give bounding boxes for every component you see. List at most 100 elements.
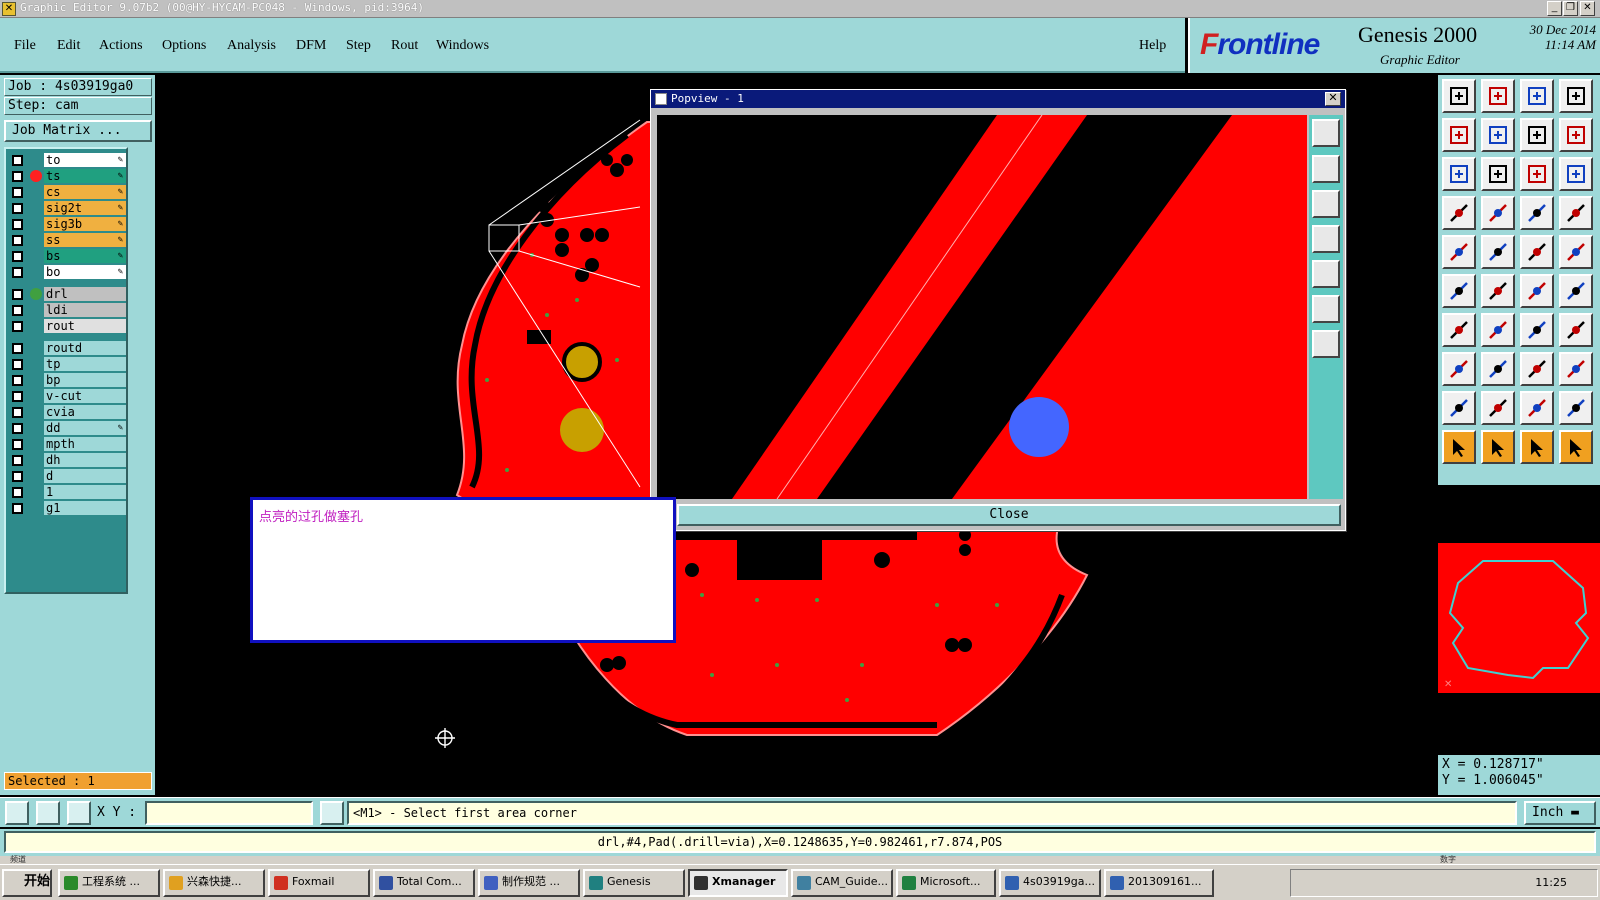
layer-checkbox[interactable] bbox=[12, 391, 23, 402]
layer-row-sig2t[interactable]: sig2t ✎ bbox=[8, 201, 126, 215]
taskbar-item[interactable]: CAM_Guide... bbox=[791, 869, 893, 897]
cross-cut-button[interactable] bbox=[1481, 274, 1515, 308]
layer-checkbox[interactable] bbox=[12, 321, 23, 332]
connect-red-button[interactable] bbox=[1520, 274, 1554, 308]
restore-button[interactable]: ❐ bbox=[1563, 1, 1578, 16]
layer-name[interactable]: bp bbox=[44, 373, 126, 387]
layer-name[interactable]: bs ✎ bbox=[44, 249, 126, 263]
taskbar-item[interactable]: 201309161... bbox=[1104, 869, 1214, 897]
taskbar-item[interactable]: Total Com... bbox=[373, 869, 475, 897]
layer-checkbox[interactable] bbox=[12, 171, 23, 182]
layer-name[interactable]: 1 bbox=[44, 485, 126, 499]
layer-name[interactable]: g1 bbox=[44, 501, 126, 515]
home-button[interactable] bbox=[1520, 79, 1554, 113]
info-button[interactable] bbox=[320, 801, 344, 825]
prev-step-button[interactable] bbox=[1442, 118, 1476, 152]
swap-layers-button[interactable] bbox=[1559, 118, 1593, 152]
connect-blue-button[interactable] bbox=[1559, 274, 1593, 308]
minus-button[interactable] bbox=[1481, 352, 1515, 386]
blue-nodes-button[interactable] bbox=[1442, 274, 1476, 308]
ruler-button[interactable] bbox=[1520, 235, 1554, 269]
layer-name[interactable]: sig2t ✎ bbox=[44, 201, 126, 215]
menu-file[interactable]: File bbox=[14, 38, 36, 54]
taskbar-item[interactable]: Microsoft... bbox=[896, 869, 996, 897]
next-step-button[interactable] bbox=[1481, 118, 1515, 152]
layer-row-tp[interactable]: tp bbox=[8, 357, 126, 371]
layer-checkbox[interactable] bbox=[12, 423, 23, 434]
reset-view-button[interactable] bbox=[1520, 118, 1554, 152]
layer-checkbox[interactable] bbox=[12, 407, 23, 418]
layer-name[interactable]: ldi bbox=[44, 303, 126, 317]
close-window-button[interactable]: ✕ bbox=[1580, 1, 1595, 16]
unit-selector[interactable]: Inch ▬ bbox=[1524, 801, 1596, 825]
popview-pan-up-button[interactable] bbox=[1312, 155, 1340, 183]
snap-red-button[interactable] bbox=[1520, 196, 1554, 230]
layer-checkbox[interactable] bbox=[12, 305, 23, 316]
pointer-edit-button[interactable] bbox=[1520, 430, 1554, 464]
popview-close-button[interactable]: Close bbox=[677, 504, 1341, 526]
tri-a-button[interactable] bbox=[1481, 391, 1515, 425]
layer-checkbox[interactable] bbox=[12, 455, 23, 466]
zoom-1-1-button[interactable] bbox=[1520, 157, 1554, 191]
tri-edit-button[interactable] bbox=[1520, 391, 1554, 425]
menu-actions[interactable]: Actions bbox=[99, 38, 143, 54]
popview-zoom-fit-button[interactable] bbox=[1312, 119, 1340, 147]
frame-button[interactable] bbox=[1559, 79, 1593, 113]
layer-checkbox[interactable] bbox=[12, 219, 23, 230]
layer-name[interactable]: to ✎ bbox=[44, 153, 126, 167]
popview-close-x-button[interactable]: ✕ bbox=[1325, 92, 1341, 106]
grid-button[interactable] bbox=[1481, 196, 1515, 230]
layer-name[interactable]: sig3b ✎ bbox=[44, 217, 126, 231]
pan-button[interactable] bbox=[1481, 157, 1515, 191]
menu-help[interactable]: Help bbox=[1139, 38, 1166, 54]
measure-button[interactable] bbox=[1520, 352, 1554, 386]
popview-pan-left-button[interactable] bbox=[1312, 225, 1340, 253]
layer-checkbox[interactable] bbox=[12, 289, 23, 300]
layer-name[interactable]: bo ✎ bbox=[44, 265, 126, 279]
blue-boxes-button[interactable] bbox=[1559, 352, 1593, 386]
polygon-button[interactable] bbox=[1481, 235, 1515, 269]
dot-select-button[interactable] bbox=[1442, 235, 1476, 269]
taskbar-item[interactable]: Genesis bbox=[583, 869, 685, 897]
layer-row-mpth[interactable]: mpth bbox=[8, 437, 126, 451]
layer-row-to[interactable]: to ✎ bbox=[8, 153, 126, 167]
layer-name[interactable]: ts ✎ bbox=[44, 169, 126, 183]
layer-row-drl[interactable]: drl bbox=[8, 287, 126, 301]
menu-edit[interactable]: Edit bbox=[57, 38, 80, 54]
layer-name[interactable]: cvia bbox=[44, 405, 126, 419]
start-button[interactable]: 开始 bbox=[2, 869, 52, 897]
angle-red-button[interactable] bbox=[1442, 313, 1476, 347]
layer-row-ts[interactable]: ts ✎ bbox=[8, 169, 126, 183]
layer-row-dd[interactable]: dd ✎ bbox=[8, 421, 126, 435]
pointer-button[interactable] bbox=[1442, 430, 1476, 464]
layer-row-cvia[interactable]: cvia bbox=[8, 405, 126, 419]
line-red-button[interactable] bbox=[1481, 313, 1515, 347]
xy-input[interactable] bbox=[145, 801, 313, 825]
layer-row-sig3b[interactable]: sig3b ✎ bbox=[8, 217, 126, 231]
layer-checkbox[interactable] bbox=[12, 375, 23, 386]
menu-windows[interactable]: Windows bbox=[436, 38, 489, 54]
pad-move-button[interactable] bbox=[1442, 352, 1476, 386]
layer-row-cs[interactable]: cs ✎ bbox=[8, 185, 126, 199]
layer-row-bs[interactable]: bs ✎ bbox=[8, 249, 126, 263]
layer-row-rout[interactable]: rout bbox=[8, 319, 126, 333]
popview-zoom-out-button[interactable] bbox=[1312, 295, 1340, 323]
taskbar-item[interactable]: Foxmail bbox=[268, 869, 370, 897]
layer-row-ldi[interactable]: ldi bbox=[8, 303, 126, 317]
snap-mode-button[interactable] bbox=[5, 801, 29, 825]
popview-pan-right-button[interactable] bbox=[1312, 260, 1340, 288]
layer-checkbox[interactable] bbox=[12, 343, 23, 354]
layer-name[interactable]: ss ✎ bbox=[44, 233, 126, 247]
layer-name[interactable]: routd bbox=[44, 341, 126, 355]
layer-name[interactable]: v-cut bbox=[44, 389, 126, 403]
layer-name[interactable]: dd ✎ bbox=[44, 421, 126, 435]
black-dot-button[interactable] bbox=[1559, 235, 1593, 269]
fit-all-button[interactable] bbox=[1442, 157, 1476, 191]
taskbar-item[interactable]: 制作规范 ... bbox=[478, 869, 580, 897]
layer-row-1[interactable]: 1 bbox=[8, 485, 126, 499]
tri-red-button[interactable] bbox=[1442, 391, 1476, 425]
layer-row-d[interactable]: d bbox=[8, 469, 126, 483]
measure-mode-button[interactable] bbox=[36, 801, 60, 825]
fan-button[interactable] bbox=[1442, 196, 1476, 230]
layer-name[interactable]: d bbox=[44, 469, 126, 483]
